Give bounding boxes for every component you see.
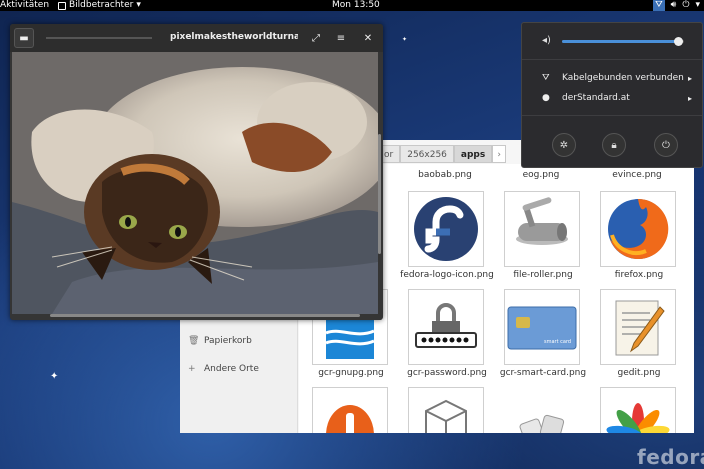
menu-separator — [522, 59, 702, 60]
power-icon: ⏻ — [682, 0, 690, 10]
app-icon — [58, 1, 66, 10]
firefox-icon — [600, 191, 676, 267]
dice-icon — [504, 387, 580, 433]
settings-icon: ✲ — [559, 139, 569, 151]
power-icon: ⏻ — [662, 139, 670, 151]
file-item[interactable] — [301, 387, 397, 433]
top-bar: Aktivitäten Bildbetrachter ▾ Mon 13:50 ⛛… — [0, 0, 704, 11]
volume-icon: 🔊︎ — [670, 0, 677, 10]
path-bar: …or 256x256 apps › — [368, 145, 507, 163]
settings-button[interactable]: ✲ — [552, 133, 576, 157]
network-wired-icon: ⛛ — [542, 73, 550, 83]
clock[interactable]: Mon 13:50 — [332, 0, 380, 11]
system-status-menu: ◂) ⛛ Kabelgebunden verbunden ▸ ● derStan… — [521, 22, 703, 168]
image-viewer-window: ▬ pixelmakestheworldturnarou… ⤢ ≡ ✕ — [10, 24, 383, 320]
lock-icon: 🔒︎ — [611, 139, 617, 151]
viewer-headerbar: ▬ pixelmakestheworldturnarou… ⤢ ≡ ✕ — [10, 24, 383, 52]
star-decoration: ✦ — [402, 36, 408, 43]
fullscreen-button[interactable]: ⤢ — [306, 28, 326, 48]
close-button[interactable]: ✕ — [358, 28, 378, 48]
smart-card-text: smart card — [544, 339, 571, 345]
power-off-button[interactable]: ⏻ — [654, 133, 678, 157]
sidebar-item-label: Papierkorb — [204, 336, 252, 346]
file-label: file-roller.png — [513, 270, 573, 280]
chevron-right-icon: ▸ — [687, 93, 692, 103]
star-decoration: ✦ — [50, 371, 59, 382]
file-item[interactable] — [589, 387, 685, 433]
lock-button[interactable]: 🔒︎ — [602, 133, 626, 157]
file-label: gedit.png — [617, 368, 661, 378]
menu-separator — [522, 115, 702, 116]
displayed-photo[interactable] — [12, 52, 378, 314]
hamburger-icon: ≡ — [336, 32, 346, 44]
close-icon: ✕ — [363, 32, 373, 44]
cube-outline-icon — [408, 387, 484, 433]
file-item[interactable] — [493, 387, 589, 433]
file-item[interactable]: smart card gcr-smart-card.png — [493, 289, 589, 387]
volume-slider-fill — [562, 40, 678, 43]
menu-item-user[interactable]: ● derStandard.at ▸ — [542, 91, 692, 105]
path-crumb[interactable]: 256x256 — [400, 145, 454, 163]
gedit-icon — [600, 289, 676, 365]
chevron-right-icon: ▸ — [687, 73, 692, 83]
file-label[interactable]: evince.png — [589, 170, 685, 180]
file-item[interactable]: file-roller.png — [493, 191, 589, 289]
window-title: pixelmakestheworldturnarou… — [170, 32, 298, 42]
volume-slider-knob[interactable] — [673, 37, 683, 46]
speaker-icon: ◂) — [542, 35, 551, 46]
dropdown-arrow-icon: ▾ — [136, 0, 141, 10]
menu-item-wired-connection[interactable]: ⛛ Kabelgebunden verbunden ▸ — [542, 71, 692, 85]
file-label[interactable]: eog.png — [493, 170, 589, 180]
file-label[interactable]: baobab.png — [397, 170, 493, 180]
file-roller-icon — [504, 191, 580, 267]
sidebar-item-other-places[interactable]: + Andere Orte — [188, 362, 296, 376]
sidebar: 🗑︎ Papierkorb + Andere Orte — [180, 310, 298, 433]
app-menu[interactable]: Bildbetrachter ▾ — [58, 0, 141, 11]
horizontal-scrollbar[interactable] — [50, 314, 360, 317]
gallery-toggle-button[interactable]: ▬ — [14, 28, 34, 48]
sidebar-item-trash[interactable]: 🗑︎ Papierkorb — [188, 334, 296, 348]
volume-slider[interactable] — [562, 37, 684, 46]
menu-button[interactable]: ≡ — [331, 28, 351, 48]
file-item[interactable]: gedit.png — [589, 289, 685, 387]
menu-item-label: Kabelgebunden verbunden — [562, 73, 684, 83]
file-item[interactable]: fedora-logo-icon.png — [397, 191, 494, 289]
file-label: fedora-logo-icon.png — [400, 270, 494, 280]
file-label: gcr-gnupg.png — [318, 368, 384, 378]
zoom-slider[interactable] — [46, 37, 152, 39]
fedora-logo-icon — [408, 191, 484, 267]
file-label: firefox.png — [614, 270, 664, 280]
gcr-password-icon — [408, 289, 484, 365]
gallery-icon: ▬ — [19, 32, 29, 44]
menu-item-label: derStandard.at — [562, 93, 630, 103]
vertical-scrollbar[interactable] — [378, 134, 381, 254]
file-label: gcr-password.png — [407, 368, 487, 378]
file-item[interactable] — [397, 387, 493, 433]
sidebar-item-label: Andere Orte — [204, 364, 259, 374]
file-item[interactable]: firefox.png — [589, 191, 685, 289]
fullscreen-icon: ⤢ — [312, 32, 320, 44]
gcr-smart-card-icon: smart card — [504, 289, 580, 365]
fedora-watermark: fedora — [637, 445, 704, 469]
volume-row: ◂) — [542, 35, 692, 47]
dropdown-arrow-icon: ▾ — [695, 0, 700, 10]
plus-icon: + — [188, 364, 196, 374]
file-label: gcr-smart-card.png — [499, 368, 587, 378]
user-icon: ● — [542, 93, 550, 103]
activities-button[interactable]: Aktivitäten — [0, 0, 49, 11]
file-item[interactable]: gcr-password.png — [397, 289, 493, 387]
app-menu-label: Bildbetrachter — [69, 0, 134, 10]
system-status-area[interactable]: ⛛ 🔊︎ ⏻ ▾ — [653, 0, 700, 11]
chevron-right-icon[interactable]: › — [492, 145, 507, 163]
path-crumb-current[interactable]: apps — [453, 145, 493, 163]
network-icon: ⛛ — [653, 0, 665, 11]
warning-app-icon — [312, 387, 388, 433]
photos-icon — [600, 387, 676, 433]
trash-icon: 🗑︎ — [188, 336, 200, 346]
